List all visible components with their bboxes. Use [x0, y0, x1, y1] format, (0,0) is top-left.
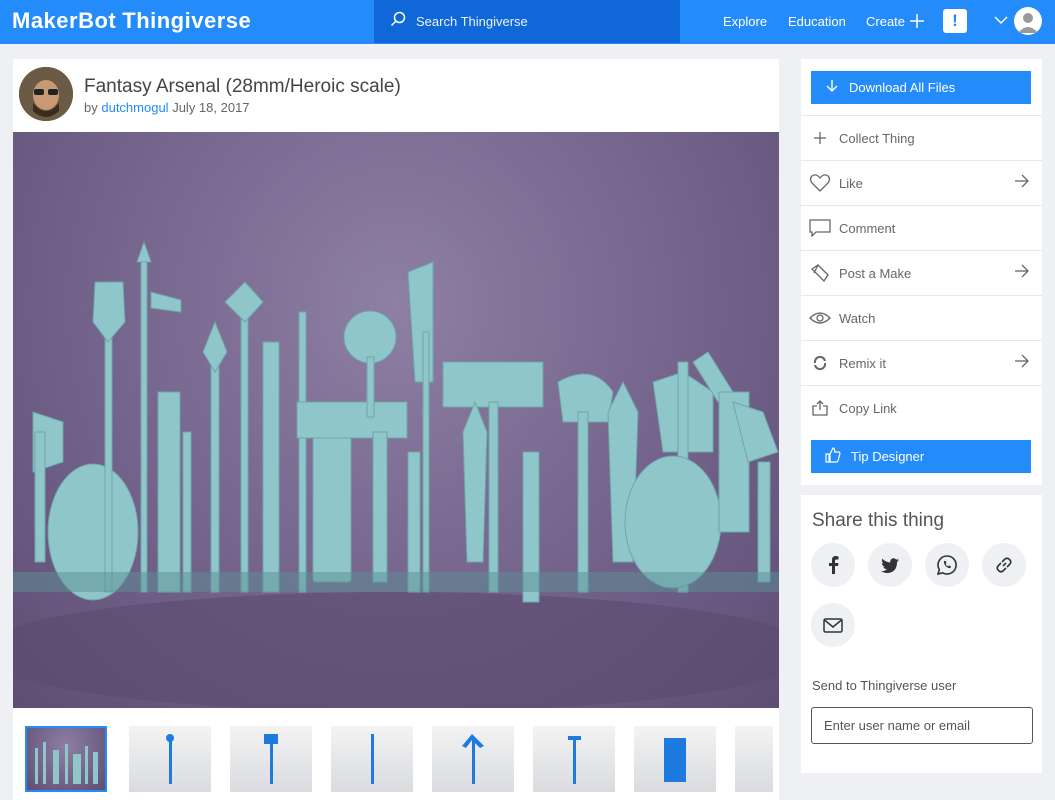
comment-icon	[809, 217, 831, 239]
thing-title: Fantasy Arsenal (28mm/Heroic scale)	[84, 76, 401, 97]
user-avatar-icon[interactable]	[1014, 7, 1042, 35]
nav-explore[interactable]: Explore	[723, 14, 767, 29]
link-icon[interactable]	[982, 543, 1026, 587]
send-to-user-label: Send to Thingiverse user	[812, 678, 957, 693]
heart-icon	[809, 172, 831, 194]
send-user-input[interactable]	[811, 707, 1033, 744]
nav-create[interactable]: Create	[866, 14, 905, 29]
chevron-down-icon[interactable]	[993, 12, 1009, 33]
twitter-icon[interactable]	[868, 543, 912, 587]
watch-button[interactable]: Watch	[801, 295, 1042, 340]
create-plus-icon[interactable]	[909, 9, 925, 35]
post-make-label: Post a Make	[839, 265, 912, 281]
search-icon	[390, 11, 406, 32]
collect-label: Collect Thing	[839, 130, 915, 146]
collect-thing-button[interactable]: Collect Thing	[801, 115, 1042, 160]
download-icon	[825, 79, 839, 96]
thumbnail[interactable]	[331, 726, 413, 792]
search-bar[interactable]	[374, 0, 680, 43]
copy-link-label: Copy Link	[839, 400, 897, 416]
byline-prefix: by	[84, 100, 98, 115]
facebook-icon[interactable]	[811, 543, 855, 587]
download-all-button[interactable]: Download All Files	[811, 71, 1031, 104]
copy-link-button[interactable]: Copy Link	[801, 385, 1042, 430]
arrow-right-icon	[1014, 173, 1030, 194]
notification-icon[interactable]: !	[943, 9, 967, 33]
logo-brand: MakerBot	[12, 8, 117, 33]
thumbnail[interactable]	[533, 726, 615, 792]
thumbnail-strip	[13, 726, 779, 794]
pencil-icon	[809, 262, 831, 284]
remix-label: Remix it	[839, 355, 886, 371]
download-label: Download All Files	[849, 80, 956, 95]
arrow-right-icon	[1014, 353, 1030, 374]
nav-education[interactable]: Education	[788, 14, 846, 29]
thumbnail[interactable]	[129, 726, 211, 792]
share-icon	[809, 397, 831, 419]
publish-date: July 18, 2017	[172, 100, 250, 115]
tip-designer-button[interactable]: Tip Designer	[811, 440, 1031, 473]
action-panel: Download All Files Collect Thing Like Co…	[801, 59, 1042, 485]
like-label: Like	[839, 175, 863, 191]
tip-label: Tip Designer	[851, 449, 925, 464]
remix-button[interactable]: Remix it	[801, 340, 1042, 385]
email-icon[interactable]	[811, 603, 855, 647]
top-navbar: MakerBotThingiverse Explore Education Cr…	[0, 0, 1055, 44]
thing-card: Fantasy Arsenal (28mm/Heroic scale) by d…	[13, 59, 779, 800]
author-avatar[interactable]	[19, 67, 73, 121]
thumbnail[interactable]	[230, 726, 312, 792]
weapons-render	[13, 240, 779, 708]
thumbnail[interactable]	[634, 726, 716, 792]
share-title: Share this thing	[812, 510, 945, 531]
thumbnail[interactable]	[735, 726, 773, 792]
search-input[interactable]	[416, 14, 666, 29]
remix-icon	[809, 352, 831, 374]
comment-label: Comment	[839, 220, 896, 236]
thingiverse-logo[interactable]: MakerBot Thingiverse	[12, 8, 251, 34]
post-make-button[interactable]: Post a Make	[801, 250, 1042, 295]
hero-image[interactable]	[13, 132, 779, 708]
eye-icon	[809, 307, 831, 329]
logo-product: Thingiverse	[122, 8, 252, 33]
thing-byline: by dutchmogul July 18, 2017	[84, 100, 250, 115]
like-button[interactable]: Like	[801, 160, 1042, 205]
share-panel: Share this thing Send to Thingiverse use…	[801, 495, 1042, 773]
arrow-right-icon	[1014, 263, 1030, 284]
watch-label: Watch	[839, 310, 876, 326]
whatsapp-icon[interactable]	[925, 543, 969, 587]
comment-button[interactable]: Comment	[801, 205, 1042, 250]
author-link[interactable]: dutchmogul	[101, 100, 168, 115]
thumbs-up-icon	[825, 447, 841, 466]
plus-icon	[809, 127, 831, 149]
thumbnail[interactable]	[432, 726, 514, 792]
thumbnail[interactable]	[25, 726, 107, 792]
